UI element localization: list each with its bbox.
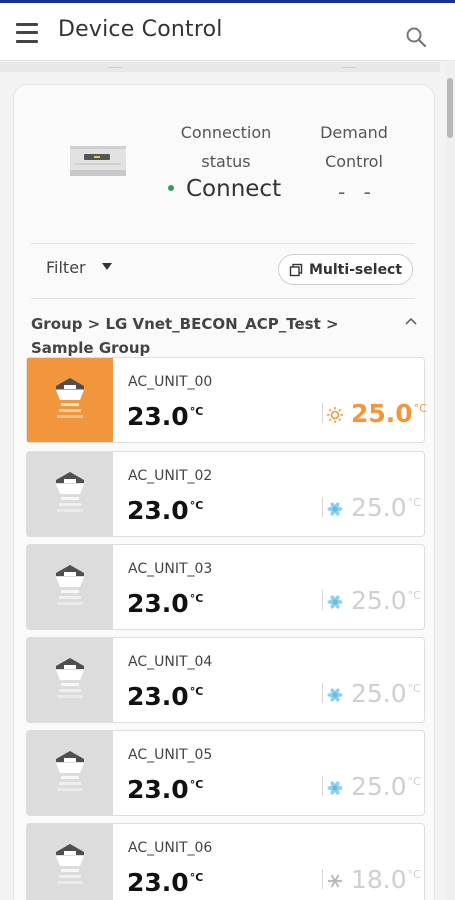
unit-set-temperature: 25.0°C (351, 586, 421, 615)
unit-card-ac-unit-04[interactable]: AC_UNIT_04 23.0°C 25.0°C (26, 637, 425, 723)
unit-thumbnail (27, 731, 113, 815)
unit-card-ac-unit-05[interactable]: AC_UNIT_05 23.0°C 25.0°C (26, 730, 425, 816)
unit-separator (322, 590, 323, 610)
unit-set-temperature: 25.0°C (351, 399, 427, 428)
demand-control-label: Demand Control (320, 123, 388, 171)
cassette-ac-icon (56, 565, 84, 605)
unit-set-temperature: 25.0°C (351, 772, 421, 801)
unit-name: AC_UNIT_05 (128, 747, 213, 763)
filter-dropdown[interactable]: Filter (46, 258, 112, 277)
cool-mode-icon (327, 688, 343, 702)
unit-current-temperature: 23.0°C (127, 682, 204, 711)
unit-card-ac-unit-00[interactable]: AC_UNIT_00 23.0°C 25.0°C (26, 357, 427, 443)
unit-card-ac-unit-03[interactable]: AC_UNIT_03 23.0°C 25.0°C (26, 544, 425, 630)
cassette-ac-icon (56, 658, 84, 698)
cassette-ac-icon (56, 472, 84, 512)
strip-notch (342, 60, 356, 68)
scrollbar-thumb[interactable] (447, 78, 453, 138)
unit-separator (322, 869, 323, 889)
sun-heat-icon (327, 407, 343, 423)
hamburger-menu-icon[interactable] (16, 20, 46, 46)
search-icon[interactable] (404, 25, 428, 49)
unit-name: AC_UNIT_02 (128, 468, 213, 484)
strip-notch (108, 60, 122, 68)
unit-separator (322, 403, 323, 423)
multi-select-button[interactable]: Multi-select (278, 254, 413, 285)
app-bar: Device Control (0, 3, 455, 61)
demand-control-value: - - (338, 180, 377, 204)
unit-name: AC_UNIT_00 (128, 374, 213, 390)
status-dot-icon (168, 184, 174, 191)
cassette-ac-icon (56, 844, 84, 884)
unit-separator (322, 683, 323, 703)
snowflake-icon (328, 874, 342, 888)
unit-thumbnail (27, 358, 113, 442)
page-title: Device Control (58, 17, 223, 42)
collapsed-header-strip (0, 62, 440, 72)
unit-thumbnail (27, 824, 113, 900)
unit-name: AC_UNIT_06 (128, 840, 213, 856)
group-breadcrumb[interactable]: Group > LG Vnet_BECON_ACP_Test > Sample … (31, 312, 401, 360)
cassette-ac-icon (56, 378, 84, 418)
unit-name: AC_UNIT_03 (128, 561, 213, 577)
chevron-up-icon[interactable] (404, 316, 418, 326)
unit-separator (322, 776, 323, 796)
unit-set-temperature: 25.0°C (351, 679, 421, 708)
connection-status-value: Connect (168, 176, 281, 202)
cool-mode-icon (327, 595, 343, 609)
unit-current-temperature: 23.0°C (127, 589, 204, 618)
unit-current-temperature: 23.0°C (127, 775, 204, 804)
caret-down-icon (101, 263, 112, 270)
unit-thumbnail (27, 545, 113, 629)
unit-current-temperature: 23.0°C (127, 868, 204, 897)
unit-separator (322, 497, 323, 517)
divider (31, 298, 415, 299)
scrollbar-track[interactable] (446, 62, 455, 900)
unit-card-ac-unit-06[interactable]: AC_UNIT_06 23.0°C 18.0°C (26, 823, 425, 900)
cool-mode-icon (327, 502, 343, 516)
unit-thumbnail (27, 638, 113, 722)
unit-set-temperature: 25.0°C (351, 493, 421, 522)
cassette-ac-icon (56, 751, 84, 791)
unit-card-ac-unit-02[interactable]: AC_UNIT_02 23.0°C 25.0°C (26, 451, 425, 537)
unit-thumbnail (27, 452, 113, 536)
unit-name: AC_UNIT_04 (128, 654, 213, 670)
multi-select-icon (289, 263, 303, 276)
unit-current-temperature: 23.0°C (127, 496, 204, 525)
cool-mode-icon (327, 781, 343, 795)
unit-current-temperature: 23.0°C (127, 402, 204, 431)
controller-device-image (70, 146, 126, 176)
connection-status-label: Connection status (180, 123, 272, 171)
unit-set-temperature: 18.0°C (351, 865, 421, 894)
divider (31, 243, 415, 244)
